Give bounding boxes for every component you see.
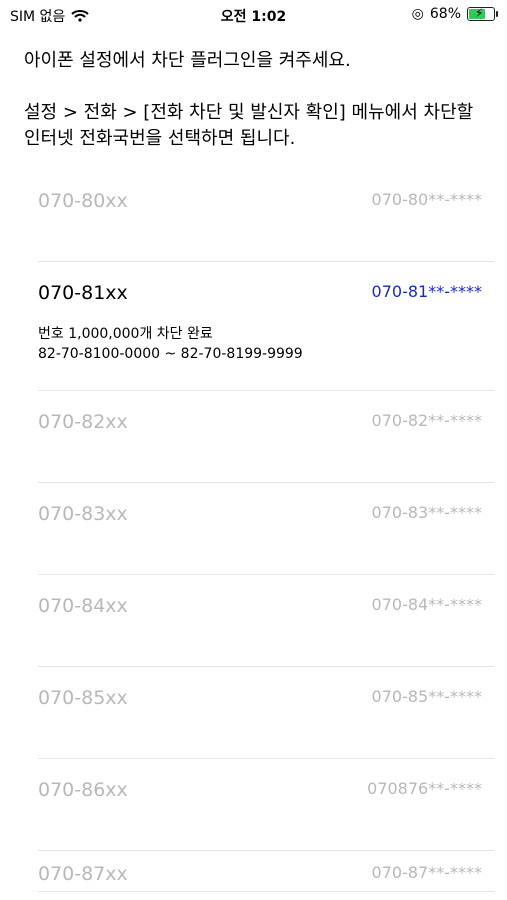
pattern-label: 070876**-**** bbox=[367, 779, 482, 798]
orientation-lock-icon: ◎ bbox=[411, 6, 424, 22]
prefix-label: 070-80xx bbox=[38, 190, 128, 212]
pattern-label: 070-80**-**** bbox=[371, 190, 482, 209]
instruction-line-2: 설정 > 전화 > [전화 차단 및 발신자 확인] 메뉴에서 차단할 인터넷 … bbox=[24, 102, 474, 149]
pattern-label: 070-85**-**** bbox=[371, 687, 482, 706]
pattern-label: 070-82**-**** bbox=[371, 411, 482, 430]
pattern-label: 070-84**-**** bbox=[371, 595, 482, 614]
status-right: ◎ 68% ⚡ bbox=[411, 6, 498, 22]
prefix-label: 070-86xx bbox=[38, 779, 128, 801]
pattern-label: 070-83**-**** bbox=[371, 503, 482, 522]
list-item[interactable]: 070-84xx 070-84**-**** bbox=[38, 575, 494, 667]
block-range: 82-70-8100-0000 ~ 82-70-8199-9999 bbox=[38, 346, 303, 362]
list-item[interactable]: 070-83xx 070-83**-**** bbox=[38, 483, 494, 575]
pattern-label: 070-81**-**** bbox=[371, 282, 482, 301]
list-item-partial[interactable]: 070-87xx 070-87**-**** bbox=[38, 851, 494, 892]
block-count: 번호 1,000,000개 차단 완료 bbox=[38, 326, 213, 342]
prefix-label: 070-87xx bbox=[38, 863, 128, 885]
pattern-label: 070-87**-**** bbox=[371, 863, 482, 882]
list-item[interactable]: 070-86xx 070876**-**** bbox=[38, 759, 494, 851]
instruction-line-1: 아이폰 설정에서 차단 플러그인을 켜주세요. bbox=[24, 50, 351, 71]
status-bar: SIM 없음 오전 1:02 ◎ 68% ⚡ bbox=[0, 0, 507, 30]
battery-icon: ⚡ bbox=[467, 6, 498, 21]
instructions: 아이폰 설정에서 차단 플러그인을 켜주세요. 설정 > 전화 > [전화 차단… bbox=[24, 48, 484, 152]
prefix-label: 070-81xx bbox=[38, 282, 128, 304]
block-details: 번호 1,000,000개 차단 완료 82-70-8100-0000 ~ 82… bbox=[38, 324, 303, 364]
list-item[interactable]: 070-85xx 070-85**-**** bbox=[38, 667, 494, 759]
prefix-label: 070-84xx bbox=[38, 595, 128, 617]
prefix-label: 070-85xx bbox=[38, 687, 128, 709]
list-item[interactable]: 070-80xx 070-80**-**** bbox=[38, 170, 494, 262]
block-list: 070-80xx 070-80**-**** 070-81xx 070-81**… bbox=[38, 170, 494, 892]
list-item-expanded[interactable]: 070-81xx 070-81**-**** 번호 1,000,000개 차단 … bbox=[38, 262, 494, 391]
battery-percentage: 68% bbox=[429, 6, 461, 22]
prefix-label: 070-82xx bbox=[38, 411, 128, 433]
list-item[interactable]: 070-82xx 070-82**-**** bbox=[38, 391, 494, 483]
prefix-label: 070-83xx bbox=[38, 503, 128, 525]
